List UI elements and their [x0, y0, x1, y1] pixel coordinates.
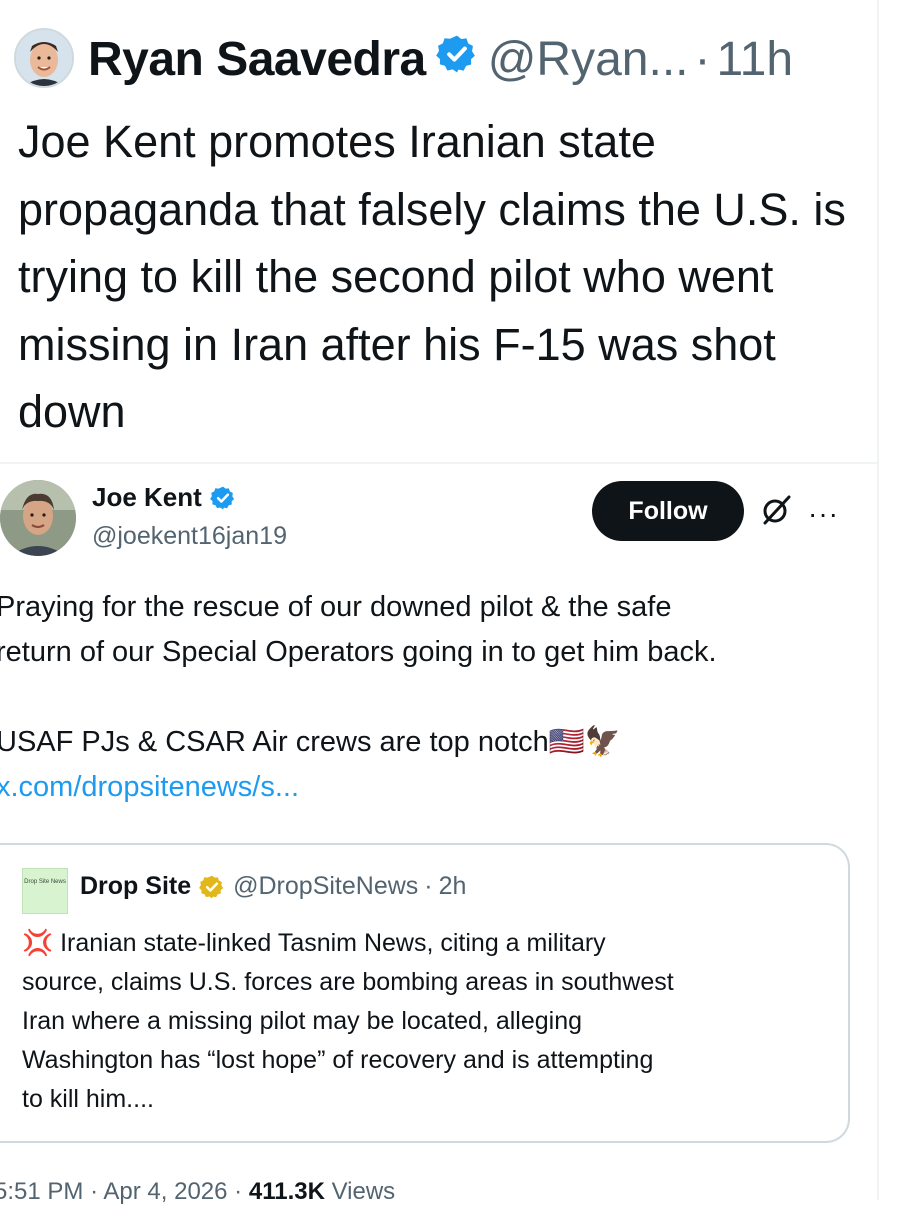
- follow-button[interactable]: Follow: [592, 481, 744, 541]
- quote-line: Washington has “lost hope” of recovery a…: [22, 1046, 654, 1074]
- tweet-line-text: USAF PJs & CSAR Air crews are top notch: [0, 726, 549, 758]
- views-label: Views: [331, 1178, 396, 1205]
- tweet-line: return of our Special Operators going in…: [0, 636, 717, 668]
- separator-dot: ·: [234, 1178, 243, 1205]
- quoted-tweet-time[interactable]: 2h: [439, 872, 467, 901]
- separator-dot: ·: [694, 32, 711, 86]
- footer-date[interactable]: Apr 4, 2026: [103, 1178, 227, 1205]
- outer-tweet-text: Joe Kent promotes Iranian state propagan…: [18, 116, 846, 437]
- avatar[interactable]: [0, 480, 76, 556]
- more-dots-icon[interactable]: ···: [808, 498, 839, 530]
- flag-eagle-emoji: 🇺🇸🦅: [548, 726, 622, 758]
- ryan-avatar-image: [16, 30, 72, 86]
- quoted-author-name[interactable]: Drop Site: [80, 872, 191, 901]
- tweet-time[interactable]: 11h: [716, 32, 793, 87]
- anger-symbol-icon: 💢: [22, 929, 54, 957]
- timeline-border: [877, 0, 879, 1200]
- verified-badge-icon: [435, 32, 478, 87]
- tweet-line: Praying for the rescue of our downed pil…: [0, 591, 672, 623]
- quote-line: source, claims U.S. forces are bombing a…: [22, 968, 674, 996]
- tweet-line: USAF PJs & CSAR Air crews are top notch🇺…: [0, 720, 876, 765]
- slashed-circle-icon[interactable]: [758, 492, 794, 528]
- tweet-footer: 5:51 PM · Apr 4, 2026 · 411.3K Views: [0, 1178, 395, 1206]
- divider: [0, 462, 878, 464]
- joe-kent-avatar-image: [0, 480, 76, 556]
- embedded-author-handle[interactable]: @joekent16jan19: [92, 522, 287, 551]
- gold-verified-badge-icon: [199, 874, 225, 900]
- outer-tweet-header: Ryan Saavedra @Ryan... · 11h: [88, 27, 793, 91]
- author-handle[interactable]: @Ryan...: [488, 32, 689, 87]
- separator-dot: ·: [90, 1178, 99, 1205]
- quote-line: Iran where a missing pilot may be locate…: [22, 1007, 583, 1035]
- author-name[interactable]: Ryan Saavedra: [88, 32, 426, 87]
- embedded-tweet-text: Praying for the rescue of our downed pil…: [0, 585, 876, 810]
- embedded-name-row: Joe Kent: [92, 482, 236, 513]
- quote-line: 💢 Iranian state-linked Tasnim News, citi…: [22, 924, 822, 963]
- avatar[interactable]: Drop Site News: [22, 868, 68, 914]
- tweet-link[interactable]: x.com/dropsitenews/s...: [0, 771, 299, 803]
- quoted-author-handle[interactable]: @DropSiteNews: [233, 872, 418, 901]
- footer-time[interactable]: 5:51 PM: [0, 1178, 83, 1205]
- verified-badge-icon: [209, 485, 236, 511]
- quoted-tweet-header: Drop Site @DropSiteNews · 2h: [80, 872, 466, 901]
- quote-line-text: Iranian state-linked Tasnim News, citing…: [60, 929, 606, 957]
- embedded-author-name[interactable]: Joe Kent: [92, 482, 202, 513]
- avatar[interactable]: [14, 28, 74, 88]
- avatar-logo-text: Drop Site News: [24, 879, 66, 885]
- quote-line: to kill him....: [22, 1085, 154, 1113]
- views-count: 411.3K: [248, 1178, 325, 1205]
- separator-dot: ·: [424, 872, 433, 900]
- quoted-tweet-text: 💢 Iranian state-linked Tasnim News, citi…: [22, 924, 822, 1119]
